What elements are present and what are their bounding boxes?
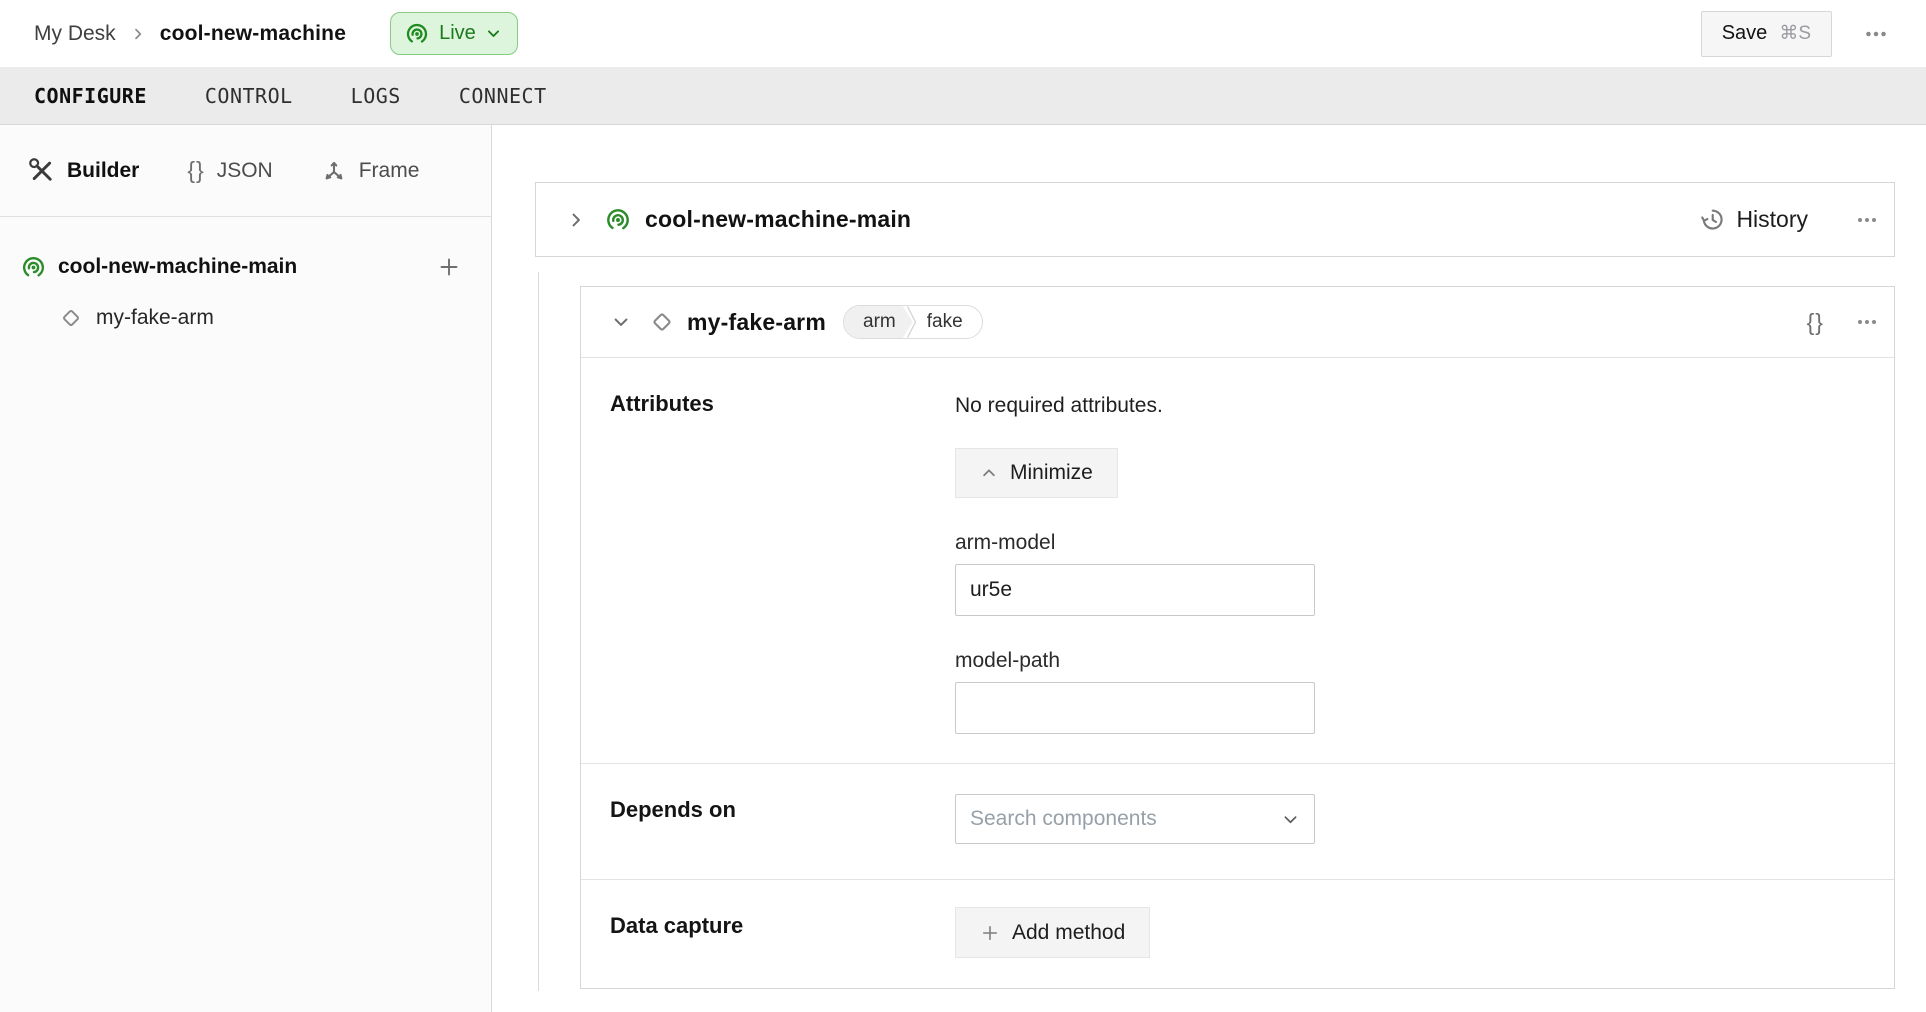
part-card: cool-new-machine-main History	[535, 182, 1895, 257]
minimize-button[interactable]: Minimize	[955, 448, 1118, 498]
machine-name: cool-new-machine	[160, 22, 346, 46]
view-tab-json[interactable]: {} JSON	[187, 157, 272, 184]
history-clock-icon	[1699, 206, 1726, 233]
machine-nav-tabs: CONFIGURE CONTROL LOGS CONNECT	[0, 67, 1926, 125]
tree-item-label: my-fake-arm	[96, 306, 214, 330]
config-view-tabs: Builder {} JSON Frame	[0, 125, 491, 217]
component-card-title: my-fake-arm	[687, 309, 826, 336]
component-card: my-fake-arm arm fake {} Attributes	[580, 286, 1895, 989]
expand-chevron-icon[interactable]	[566, 210, 586, 230]
tab-logs[interactable]: LOGS	[351, 84, 401, 108]
viam-part-icon	[604, 206, 632, 234]
part-menu-button[interactable]	[1854, 207, 1880, 233]
component-type-badge: arm fake	[843, 305, 983, 339]
frame-axes-icon	[321, 158, 347, 184]
data-capture-section: Data capture Add method	[581, 879, 1894, 988]
view-tab-label: Frame	[359, 159, 420, 183]
view-tab-label: JSON	[217, 159, 273, 183]
collapse-chevron-icon[interactable]	[611, 312, 631, 332]
depends-on-section: Depends on Search components	[581, 763, 1894, 879]
history-button[interactable]: History	[1699, 206, 1808, 233]
no-required-attributes-text: No required attributes.	[955, 394, 1894, 418]
tab-configure[interactable]: CONFIGURE	[34, 84, 147, 108]
tab-connect[interactable]: CONNECT	[459, 84, 547, 108]
depends-on-section-label: Depends on	[610, 764, 955, 844]
arm-model-label: arm-model	[955, 531, 1894, 555]
top-bar: My Desk cool-new-machine Live Save ⌘S	[0, 0, 1926, 67]
attributes-section: Attributes No required attributes. Minim…	[581, 358, 1894, 763]
edit-json-icon[interactable]: {}	[1807, 309, 1824, 336]
badge-type: arm	[844, 306, 913, 338]
config-sidebar: Builder {} JSON Frame	[0, 125, 492, 1012]
save-shortcut: ⌘S	[1779, 22, 1811, 45]
breadcrumb: My Desk cool-new-machine	[34, 22, 346, 46]
tree-connector-line	[538, 272, 539, 991]
component-diamond-icon	[58, 305, 84, 331]
view-tab-builder[interactable]: Builder	[29, 158, 139, 184]
chevron-up-icon	[980, 464, 998, 482]
view-tab-label: Builder	[67, 159, 139, 183]
breadcrumb-parent[interactable]: My Desk	[34, 22, 116, 46]
arm-model-input[interactable]	[955, 564, 1315, 616]
viam-part-icon	[20, 254, 47, 281]
machine-tree: cool-new-machine-main my-fake-arm	[0, 217, 491, 341]
chevron-down-icon	[485, 25, 502, 42]
history-label: History	[1736, 206, 1808, 233]
save-button[interactable]: Save ⌘S	[1701, 11, 1832, 57]
part-card-title: cool-new-machine-main	[645, 206, 911, 233]
attributes-section-label: Attributes	[610, 358, 955, 734]
depends-on-dropdown[interactable]: Search components	[955, 794, 1315, 844]
model-path-input[interactable]	[955, 682, 1315, 734]
tree-item-part[interactable]: cool-new-machine-main	[0, 244, 491, 290]
tab-control[interactable]: CONTROL	[205, 84, 293, 108]
component-menu-button[interactable]	[1854, 309, 1880, 335]
braces-icon: {}	[187, 157, 204, 184]
plus-icon	[980, 923, 1000, 943]
machine-menu-button[interactable]	[1862, 20, 1890, 48]
machine-status-badge[interactable]: Live	[390, 12, 518, 55]
tree-item-component[interactable]: my-fake-arm	[0, 295, 491, 341]
tree-item-label: cool-new-machine-main	[58, 255, 297, 279]
model-path-label: model-path	[955, 649, 1894, 673]
depends-on-placeholder: Search components	[970, 807, 1281, 831]
status-label: Live	[439, 22, 476, 45]
tools-icon	[29, 158, 55, 184]
view-tab-frame[interactable]: Frame	[321, 158, 420, 184]
save-label: Save	[1722, 22, 1768, 45]
config-main-area: cool-new-machine-main History	[492, 125, 1926, 1012]
minimize-label: Minimize	[1010, 461, 1093, 485]
add-component-button[interactable]	[437, 255, 461, 279]
chevron-down-icon	[1281, 810, 1300, 829]
badge-model: fake	[917, 306, 982, 338]
add-method-button[interactable]: Add method	[955, 907, 1150, 958]
component-card-header: my-fake-arm arm fake {}	[581, 287, 1894, 358]
chevron-right-icon	[130, 26, 146, 42]
data-capture-section-label: Data capture	[610, 880, 955, 958]
component-diamond-icon	[648, 308, 676, 336]
add-method-label: Add method	[1012, 921, 1125, 945]
viam-spiral-icon	[404, 21, 430, 47]
